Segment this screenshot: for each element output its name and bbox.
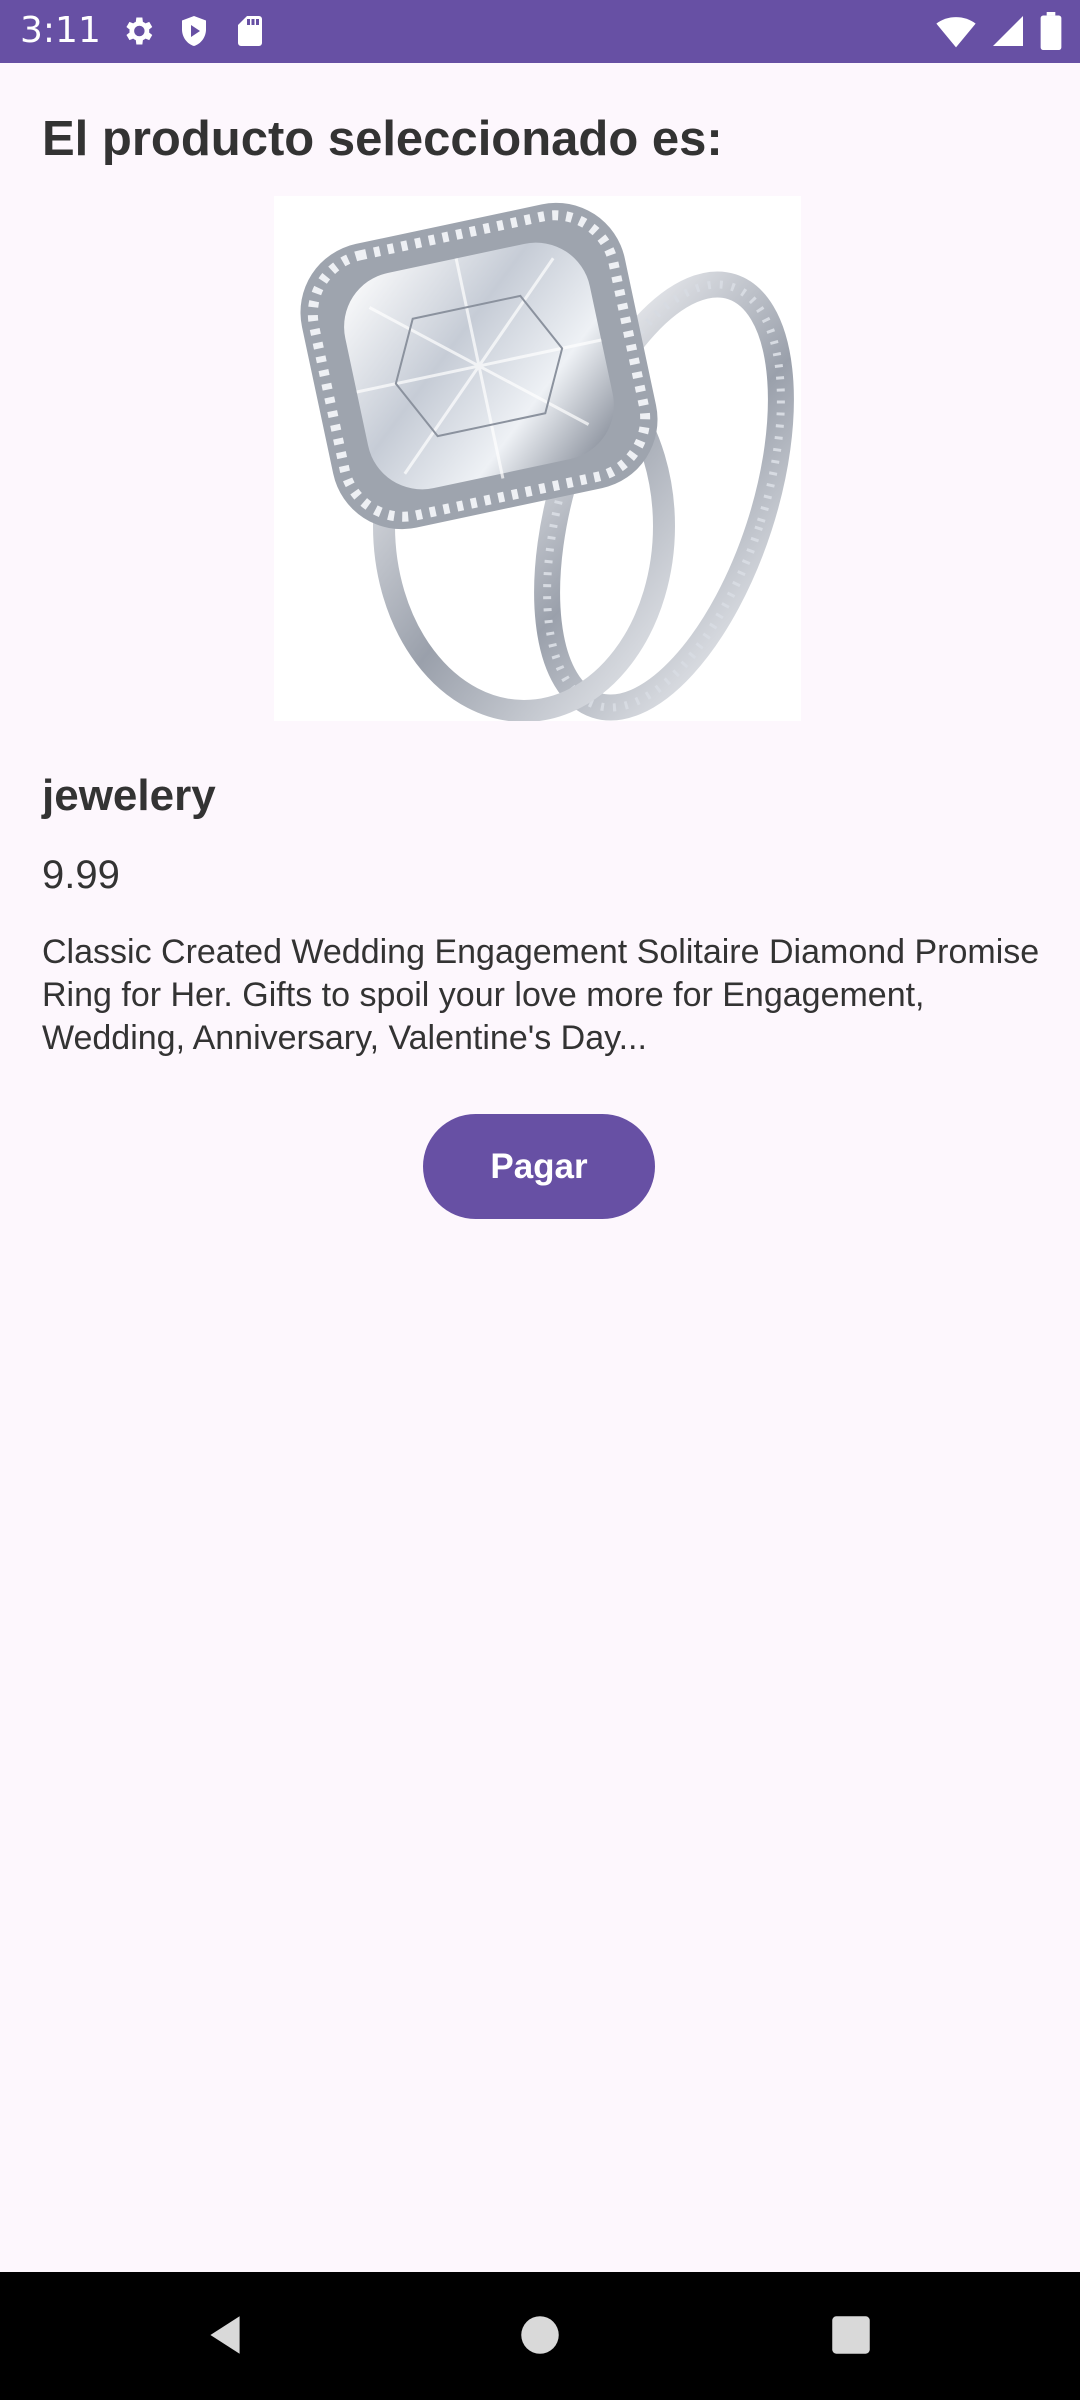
product-title: jewelery	[42, 771, 216, 820]
wifi-icon	[936, 13, 976, 49]
shield-icon	[176, 13, 212, 49]
navigation-bar	[0, 2272, 1080, 2400]
status-time: 3:11	[20, 10, 101, 51]
status-bar: 3:11	[0, 0, 1080, 63]
signal-icon	[990, 13, 1026, 49]
home-icon[interactable]	[515, 2310, 565, 2360]
product-description: Classic Created Wedding Engagement Solit…	[42, 933, 1040, 1057]
back-icon[interactable]	[200, 2310, 250, 2360]
page-title: El producto seleccionado es:	[42, 112, 723, 166]
battery-icon	[1040, 12, 1062, 50]
pay-button[interactable]: Pagar	[423, 1114, 655, 1219]
recents-icon[interactable]	[826, 2310, 876, 2360]
product-price: 9.99	[42, 853, 120, 897]
settings-icon	[120, 13, 156, 49]
sd-card-icon	[232, 13, 268, 49]
product-detail-screen: El producto seleccionado es: jewelery 9.…	[0, 63, 1080, 2272]
product-image	[274, 196, 801, 721]
